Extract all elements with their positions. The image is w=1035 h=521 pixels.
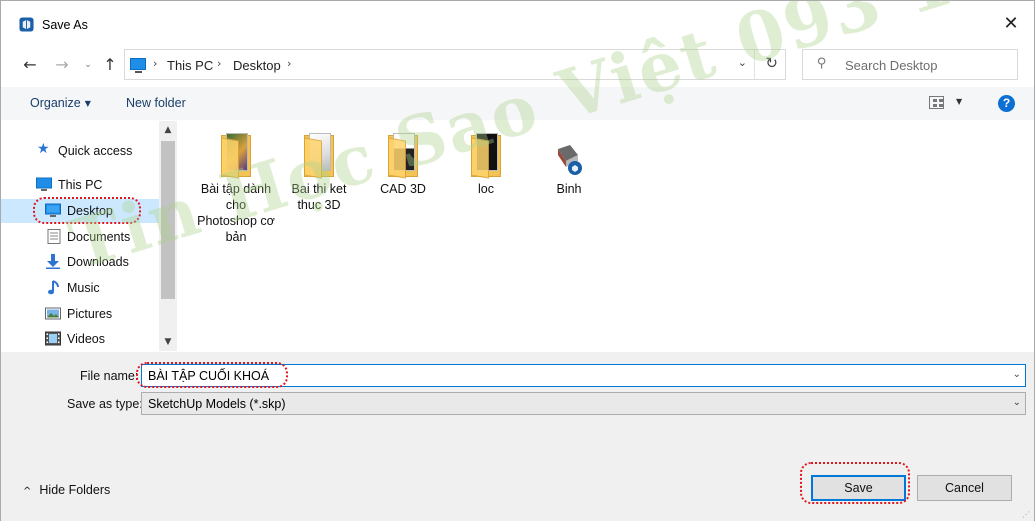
save-type-label: Save as type: bbox=[67, 397, 143, 411]
scroll-up-arrow-icon[interactable]: ▲ bbox=[159, 121, 177, 139]
sidebar-scrollbar-thumb[interactable] bbox=[161, 141, 175, 299]
save-button[interactable]: Save bbox=[811, 475, 906, 501]
close-icon[interactable]: ✕ bbox=[1000, 13, 1022, 35]
folder-item[interactable]: CAD 3D bbox=[364, 121, 442, 197]
sidebar-item-music[interactable]: Music bbox=[1, 276, 159, 300]
folder-name: loc bbox=[478, 182, 494, 196]
sidebar-item-this-pc[interactable]: This PC bbox=[1, 173, 159, 197]
folder-name: Bai thi ket thuc 3D bbox=[291, 182, 347, 212]
sidebar-item-pictures[interactable]: Pictures bbox=[1, 302, 159, 326]
new-folder-button[interactable]: New folder bbox=[126, 96, 186, 110]
sidebar-item-label: Documents bbox=[67, 230, 131, 244]
folder-name: Bài tập dành cho Photoshop cơ bản bbox=[197, 182, 275, 244]
help-icon[interactable]: ? bbox=[998, 95, 1015, 112]
file-name-label: File name: bbox=[80, 369, 139, 383]
save-type-value: SketchUp Models (*.skp) bbox=[148, 397, 286, 411]
address-dropdown-chevron-icon[interactable]: ⌄ bbox=[738, 56, 747, 69]
forward-arrow-icon[interactable]: → bbox=[51, 54, 73, 76]
view-dropdown-arrow-icon[interactable]: ▼ bbox=[956, 97, 962, 106]
computer-icon bbox=[36, 177, 52, 191]
file-item[interactable]: Binh bbox=[530, 121, 608, 197]
file-name-input[interactable]: BÀI TẬP CUỐI KHOÁ ⌄ bbox=[141, 364, 1026, 387]
folder-name: CAD 3D bbox=[380, 182, 426, 196]
sidebar-item-label: Pictures bbox=[67, 307, 113, 321]
music-icon bbox=[48, 280, 59, 295]
back-arrow-icon[interactable]: ← bbox=[19, 54, 41, 76]
documents-icon bbox=[47, 229, 61, 244]
search-icon: ⚲ bbox=[817, 56, 827, 71]
save-options-panel: File name: BÀI TẬP CUỐI KHOÁ ⌄ Save as t… bbox=[1, 352, 1034, 521]
dropdown-arrow-icon: ▼ bbox=[84, 99, 91, 108]
up-arrow-icon[interactable]: ↑ bbox=[100, 54, 120, 76]
desktop-icon bbox=[45, 203, 61, 217]
navigation-bar: ← → ⌄ ↑ › This PC › Desktop › ⌄ ↻ ⚲ Sear… bbox=[1, 47, 1034, 85]
sidebar-item-label: Quick access bbox=[58, 144, 133, 158]
videos-icon bbox=[45, 331, 61, 346]
address-bar[interactable]: › This PC › Desktop › ⌄ ↻ bbox=[124, 49, 786, 80]
sidebar-item-downloads[interactable]: Downloads bbox=[1, 250, 159, 274]
downloads-icon bbox=[46, 254, 60, 269]
resize-grip-icon[interactable]: ⋰ bbox=[1022, 510, 1030, 519]
breadcrumb-separator-icon: › bbox=[217, 57, 222, 70]
chevron-down-icon[interactable]: ⌄ bbox=[1013, 369, 1021, 380]
save-as-dialog: Save As ✕ ← → ⌄ ↑ › This PC › Desktop › … bbox=[0, 0, 1035, 521]
hide-folders-label: Hide Folders bbox=[39, 483, 111, 497]
sidebar-item-videos[interactable]: Videos bbox=[1, 327, 159, 351]
folder-icon bbox=[304, 133, 334, 179]
hide-folders-button[interactable]: ^ Hide Folders bbox=[23, 483, 110, 497]
sidebar-item-label: Desktop bbox=[67, 204, 113, 218]
sidebar-item-label: This PC bbox=[58, 178, 103, 192]
command-bar: Organize ▼ New folder ▼ ? bbox=[1, 87, 1034, 120]
sketchup-file-icon bbox=[558, 145, 582, 175]
cancel-button[interactable]: Cancel bbox=[917, 475, 1012, 501]
file-list: Bài tập dành cho Photoshop cơ bản Bai th… bbox=[178, 121, 1035, 351]
folder-icon bbox=[388, 133, 418, 179]
breadcrumb-separator-icon: › bbox=[153, 57, 158, 70]
organize-label: Organize bbox=[30, 96, 81, 110]
chevron-down-icon[interactable]: ⌄ bbox=[1013, 397, 1021, 408]
divider bbox=[754, 50, 755, 79]
pictures-icon bbox=[45, 307, 61, 320]
breadcrumb-desktop[interactable]: Desktop bbox=[233, 58, 281, 73]
view-options-icon[interactable] bbox=[929, 96, 944, 109]
sidebar-item-documents[interactable]: Documents bbox=[1, 225, 159, 249]
folder-item[interactable]: loc bbox=[447, 121, 525, 197]
window-title: Save As bbox=[42, 18, 88, 32]
sidebar-item-label: Music bbox=[67, 281, 100, 295]
search-placeholder: Search Desktop bbox=[845, 58, 938, 73]
folder-item[interactable]: Bài tập dành cho Photoshop cơ bản bbox=[197, 121, 275, 245]
recent-locations-chevron-icon[interactable]: ⌄ bbox=[81, 54, 95, 76]
refresh-icon[interactable]: ↻ bbox=[765, 54, 778, 72]
search-input[interactable]: ⚲ Search Desktop bbox=[802, 49, 1018, 80]
breadcrumb-this-pc[interactable]: This PC bbox=[167, 58, 213, 73]
sidebar-item-quick-access[interactable]: ★ Quick access bbox=[1, 139, 159, 163]
sidebar-item-label: Downloads bbox=[67, 255, 129, 269]
sketchup-app-icon bbox=[19, 17, 34, 32]
star-icon: ★ bbox=[37, 141, 50, 157]
sidebar-item-desktop[interactable]: Desktop bbox=[1, 199, 159, 223]
breadcrumb-separator-icon[interactable]: › bbox=[287, 57, 291, 70]
folder-icon bbox=[471, 133, 501, 179]
navigation-pane: ★ Quick access This PC Desktop Documents… bbox=[1, 121, 177, 351]
scroll-down-arrow-icon[interactable]: ▼ bbox=[159, 333, 177, 351]
file-name-value: BÀI TẬP CUỐI KHOÁ bbox=[148, 369, 270, 383]
folder-item[interactable]: Bai thi ket thuc 3D bbox=[280, 121, 358, 213]
sidebar-item-label: Videos bbox=[67, 332, 105, 346]
save-type-select[interactable]: SketchUp Models (*.skp) ⌄ bbox=[141, 392, 1026, 415]
computer-icon bbox=[130, 58, 146, 73]
chevron-up-icon: ^ bbox=[23, 486, 32, 497]
file-name: Binh bbox=[556, 182, 582, 196]
organize-button[interactable]: Organize ▼ bbox=[30, 96, 91, 110]
folder-icon bbox=[221, 133, 251, 179]
title-bar: Save As ✕ bbox=[1, 1, 1034, 47]
